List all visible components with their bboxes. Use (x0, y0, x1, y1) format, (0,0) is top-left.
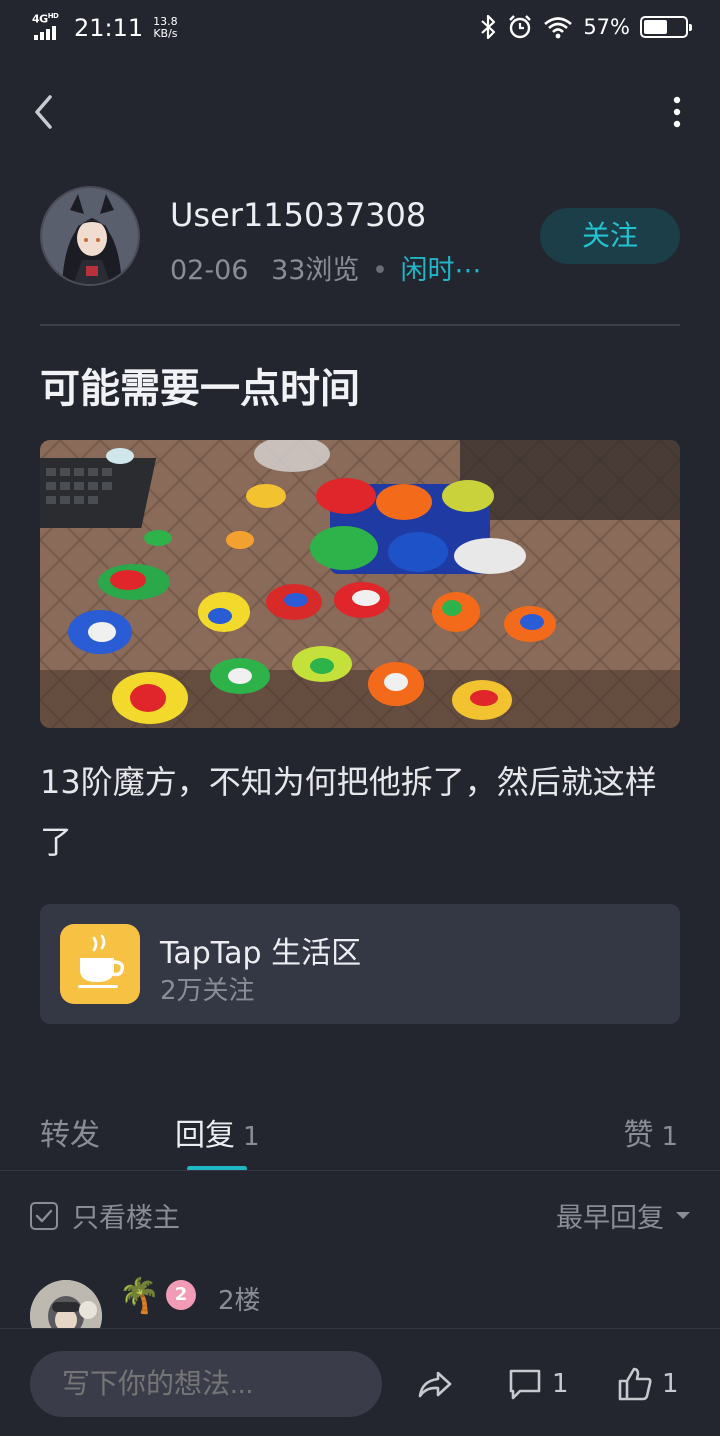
tab-reply[interactable]: 回复 1 (175, 1110, 260, 1154)
wifi-icon (544, 17, 573, 39)
separator-dot: • (372, 255, 388, 286)
reply-floor: 2楼 (218, 1286, 261, 1316)
share-button[interactable] (416, 1365, 454, 1403)
only-op-toggle[interactable]: 只看楼主 (30, 1196, 180, 1235)
bluetooth-icon (481, 14, 496, 40)
more-vertical-icon (673, 96, 681, 128)
tab-like-label: 赞 (623, 1118, 654, 1153)
tab-forward-label: 转发 (40, 1118, 100, 1153)
bottom-action-bar: 1 1 (0, 1328, 720, 1436)
battery-percent: 57% (583, 15, 630, 39)
caret-down-icon (676, 1212, 690, 1219)
share-icon (418, 1371, 452, 1398)
back-button[interactable] (28, 88, 68, 136)
group-name: TapTap 生活区 (160, 936, 362, 971)
comment-input[interactable] (30, 1351, 382, 1417)
network-speed: 13.8 KB/s (153, 15, 178, 40)
tab-like[interactable]: 赞1 (623, 1110, 678, 1154)
follow-button[interactable]: 关注 (540, 208, 680, 264)
more-options-button[interactable] (670, 96, 684, 128)
divider (0, 1170, 720, 1171)
group-card[interactable]: TapTap 生活区 2万关注 (40, 904, 680, 1024)
sort-dropdown[interactable]: 最早回复 (556, 1196, 690, 1235)
tab-reply-count: 1 (243, 1122, 260, 1152)
post-body: 13阶魔方，不知为何把他拆了，然后就这样了 (40, 763, 657, 861)
author-meta: 02-06 33浏览 • 闲时⋯ (170, 248, 482, 287)
alarm-icon (509, 15, 532, 39)
sort-label: 最早回复 (556, 1203, 664, 1234)
comment-button[interactable] (506, 1365, 544, 1403)
post-date: 02-06 (170, 255, 249, 286)
comment-icon (509, 1369, 541, 1400)
signal-icon: 4GHD (32, 12, 64, 40)
comment-count: 1 (552, 1369, 569, 1399)
palm-tree-icon: 🌴 (118, 1276, 161, 1316)
thumbs-up-icon (618, 1367, 652, 1401)
chevron-left-icon (35, 95, 52, 129)
tab-forward[interactable]: 转发 (40, 1110, 100, 1154)
clock: 21:11 (74, 14, 144, 42)
post-image[interactable] (40, 440, 680, 728)
status-bar: 4GHD 21:11 13.8 KB/s 57% (0, 0, 720, 56)
group-followers: 2万关注 (160, 976, 255, 1006)
tab-reply-label: 回复 (175, 1118, 235, 1153)
checkbox-icon[interactable] (30, 1201, 58, 1230)
tab-like-count: 1 (661, 1122, 678, 1152)
level-badge: 2 (166, 1280, 196, 1310)
like-count: 1 (662, 1369, 679, 1399)
author-avatar[interactable] (40, 186, 140, 286)
post-title: 可能需要一点时间 (40, 366, 360, 412)
view-count: 33浏览 (271, 255, 360, 286)
divider (40, 324, 680, 326)
author-name[interactable]: User115037308 (170, 196, 426, 234)
battery-icon (640, 16, 692, 38)
like-button[interactable] (616, 1365, 654, 1403)
only-op-label: 只看楼主 (72, 1203, 180, 1234)
category-tag[interactable]: 闲时⋯ (401, 255, 482, 286)
coffee-cup-icon (60, 924, 140, 1004)
